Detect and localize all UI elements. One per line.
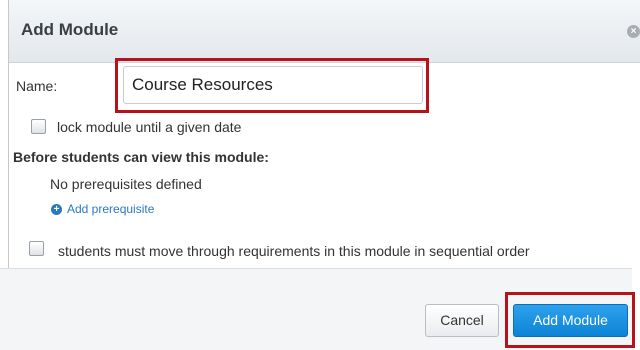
sequential-order-checkbox[interactable] xyxy=(29,241,44,256)
module-name-input[interactable] xyxy=(123,66,423,104)
dialog-titlebar: Add Module × xyxy=(9,0,640,63)
plus-circle-icon: + xyxy=(51,203,62,215)
name-label: Name: xyxy=(16,78,58,94)
add-module-button[interactable]: Add Module xyxy=(513,304,628,337)
no-prerequisites-text: No prerequisites defined xyxy=(50,176,202,192)
lock-module-checkbox[interactable] xyxy=(31,119,46,134)
prerequisites-heading: Before students can view this module: xyxy=(13,149,269,165)
cancel-button[interactable]: Cancel xyxy=(425,304,499,337)
add-prerequisite-link[interactable]: + Add prerequisite xyxy=(51,202,154,216)
dialog-title: Add Module xyxy=(21,20,119,39)
add-prerequisite-label: Add prerequisite xyxy=(67,202,155,216)
sequential-order-label[interactable]: students must move through requirements … xyxy=(58,243,530,259)
lock-module-label[interactable]: lock module until a given date xyxy=(57,119,241,135)
close-icon[interactable]: × xyxy=(627,25,640,38)
